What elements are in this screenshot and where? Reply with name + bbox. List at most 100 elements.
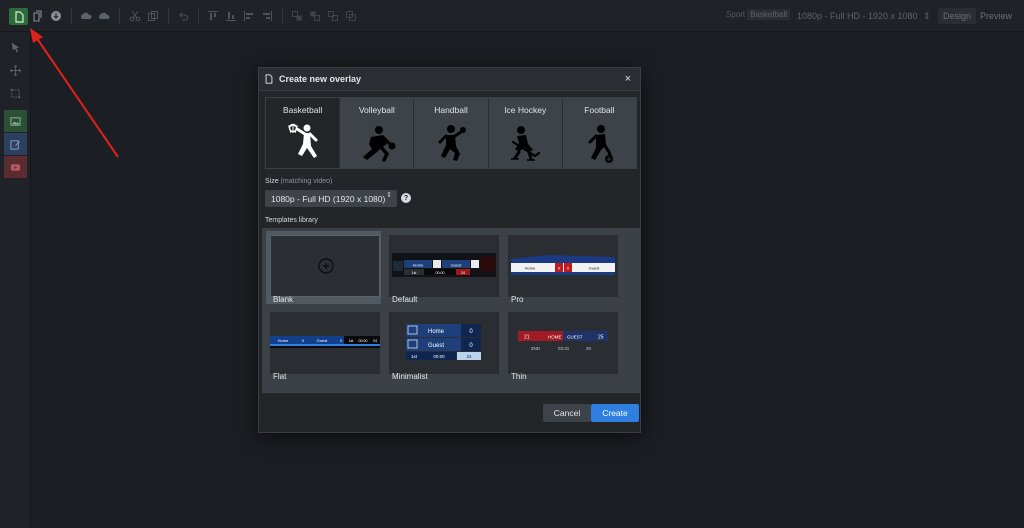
resize-tool-button[interactable] bbox=[4, 82, 27, 104]
left-sidebar bbox=[0, 32, 31, 528]
sport-tabs: Basketball Volleyball Handball Ice Hocke… bbox=[265, 97, 637, 169]
send-backward-icon bbox=[310, 11, 320, 21]
thumb-period: 1st bbox=[411, 354, 418, 359]
help-icon[interactable]: ? bbox=[401, 193, 411, 203]
thumb-home: HOME bbox=[548, 335, 562, 340]
volleyball-player-icon bbox=[362, 126, 396, 162]
thumb-guest: Guest bbox=[428, 343, 444, 349]
sport-selector[interactable]: Sport Basketball bbox=[726, 9, 791, 20]
group-button[interactable] bbox=[325, 8, 341, 24]
default-scoreboard-preview: Home Guest 1st 00:00 24 bbox=[392, 253, 496, 277]
tab-label: Volleyball bbox=[358, 105, 395, 115]
thumb-guest: Guest bbox=[589, 266, 601, 271]
undo-button[interactable] bbox=[175, 8, 191, 24]
send-backward-button[interactable] bbox=[307, 8, 323, 24]
football-player-icon bbox=[588, 125, 614, 163]
align-left-icon bbox=[244, 11, 253, 21]
tab-ice-hockey[interactable]: Ice Hockey bbox=[488, 98, 563, 168]
tab-handball[interactable]: Handball bbox=[414, 98, 489, 168]
template-thumbnail: Home 0 0 Guest bbox=[508, 235, 618, 297]
align-top-button[interactable] bbox=[205, 8, 221, 24]
template-thumbnail: Home 0 Guest 0 1st 00:00 24 bbox=[389, 312, 499, 374]
align-right-button[interactable] bbox=[259, 8, 275, 24]
group-icon bbox=[328, 11, 338, 21]
cancel-button[interactable]: Cancel bbox=[543, 404, 591, 422]
toolbar-divider bbox=[119, 8, 120, 24]
preview-mode-button[interactable]: Preview bbox=[975, 8, 1017, 24]
template-minimalist[interactable]: Home 0 Guest 0 1st 00:00 24 Minimalist bbox=[385, 308, 500, 381]
thumb-clock: 00:00 bbox=[359, 339, 368, 343]
template-name: Blank bbox=[273, 295, 294, 304]
sync-button[interactable] bbox=[96, 8, 112, 24]
thumb-shot-clock: 24 bbox=[466, 354, 472, 359]
add-text-button[interactable] bbox=[4, 133, 27, 155]
thumb-guest: Guest bbox=[451, 263, 463, 268]
template-blank[interactable]: Blank bbox=[266, 231, 381, 304]
resolution-value: 1080p - Full HD - 1920 x 1080 bbox=[797, 11, 918, 21]
thumb-clock: 03:31 bbox=[558, 346, 570, 351]
resolution-selector[interactable]: 1080p - Full HD - 1920 x 1080 ⇕ bbox=[797, 11, 931, 22]
select-tool-button[interactable] bbox=[4, 36, 27, 58]
template-thin[interactable]: 21 HOME GUEST 25 2ND 03:31 20 Thin bbox=[504, 308, 619, 381]
download-button[interactable] bbox=[48, 8, 64, 24]
toolbar-divider bbox=[198, 8, 199, 24]
upload-button[interactable] bbox=[78, 8, 94, 24]
ungroup-icon bbox=[346, 11, 356, 21]
template-name: Thin bbox=[511, 372, 527, 381]
thumb-shot-clock: 24 bbox=[373, 339, 377, 343]
move-icon bbox=[10, 64, 21, 76]
template-thumbnail: 21 HOME GUEST 25 2ND 03:31 20 bbox=[508, 312, 618, 374]
ungroup-button[interactable] bbox=[343, 8, 359, 24]
dialog-title: Create new overlay bbox=[279, 74, 362, 84]
template-flat[interactable]: Home 0 Guest 0 1st 00:00 24 Flat bbox=[266, 308, 381, 381]
copy-button[interactable] bbox=[145, 8, 161, 24]
template-thumbnail: Home 0 Guest 0 1st 00:00 24 bbox=[270, 312, 380, 374]
thumb-period: 2ND bbox=[531, 346, 541, 351]
duplicate-button[interactable] bbox=[30, 8, 46, 24]
thumb-guest: Guest bbox=[317, 338, 329, 343]
align-left-button[interactable] bbox=[241, 8, 257, 24]
copy-icon bbox=[148, 11, 158, 21]
toolbar-divider bbox=[282, 8, 283, 24]
minimalist-scoreboard-preview: Home 0 Guest 0 1st 00:00 24 bbox=[406, 324, 481, 360]
tab-volleyball[interactable]: Volleyball bbox=[340, 98, 415, 168]
size-label-text: Size bbox=[265, 178, 279, 185]
new-overlay-button[interactable] bbox=[9, 8, 28, 25]
cloud-icon bbox=[99, 12, 110, 19]
bring-forward-button[interactable] bbox=[289, 8, 305, 24]
align-bottom-icon bbox=[226, 12, 236, 21]
thumb-home: Home bbox=[525, 266, 536, 271]
thumb-clock: 00:00 bbox=[433, 354, 445, 359]
cut-button[interactable] bbox=[127, 8, 143, 24]
edit-text-icon bbox=[10, 139, 20, 150]
template-pro[interactable]: Home 0 0 Guest Pro bbox=[504, 231, 619, 304]
tab-basketball[interactable]: Basketball bbox=[266, 98, 341, 168]
thumb-period: 1st bbox=[412, 271, 417, 275]
dialog-header: Create new overlay × bbox=[259, 68, 640, 91]
design-mode-button[interactable]: Design bbox=[938, 8, 977, 24]
template-thumbnail: Home Guest 1st 00:00 24 bbox=[389, 235, 499, 297]
close-button[interactable]: × bbox=[625, 73, 631, 85]
size-select-value: 1080p - Full HD (1920 x 1080) bbox=[271, 193, 386, 204]
image-icon bbox=[10, 116, 21, 126]
templates-library: Blank Home Guest 1st 00:00 24 Default Ho… bbox=[262, 228, 640, 393]
create-overlay-dialog: Create new overlay × Basketball Volleyba… bbox=[258, 67, 641, 433]
thumb-guest-score: 25 bbox=[598, 335, 604, 341]
download-icon bbox=[51, 11, 61, 21]
pro-scoreboard-preview: Home 0 0 Guest bbox=[511, 255, 615, 275]
size-select[interactable]: 1080p - Full HD (1920 x 1080) ⇕ bbox=[265, 190, 397, 207]
copy-file-icon bbox=[33, 10, 42, 22]
tab-football[interactable]: Football bbox=[562, 98, 637, 168]
thin-scoreboard-preview: 21 HOME GUEST 25 2ND 03:31 20 bbox=[518, 331, 608, 351]
align-bottom-button[interactable] bbox=[223, 8, 239, 24]
add-image-button[interactable] bbox=[4, 110, 27, 132]
tab-label: Basketball bbox=[282, 105, 323, 115]
basketball-player-icon bbox=[287, 123, 318, 158]
add-video-button[interactable] bbox=[4, 156, 27, 178]
size-label: Size (matching video) bbox=[265, 178, 332, 185]
create-button[interactable]: Create bbox=[591, 404, 639, 422]
tab-label: Handball bbox=[434, 105, 468, 115]
scissors-icon bbox=[129, 10, 141, 22]
template-default[interactable]: Home Guest 1st 00:00 24 Default bbox=[385, 231, 500, 304]
move-tool-button[interactable] bbox=[4, 59, 27, 81]
